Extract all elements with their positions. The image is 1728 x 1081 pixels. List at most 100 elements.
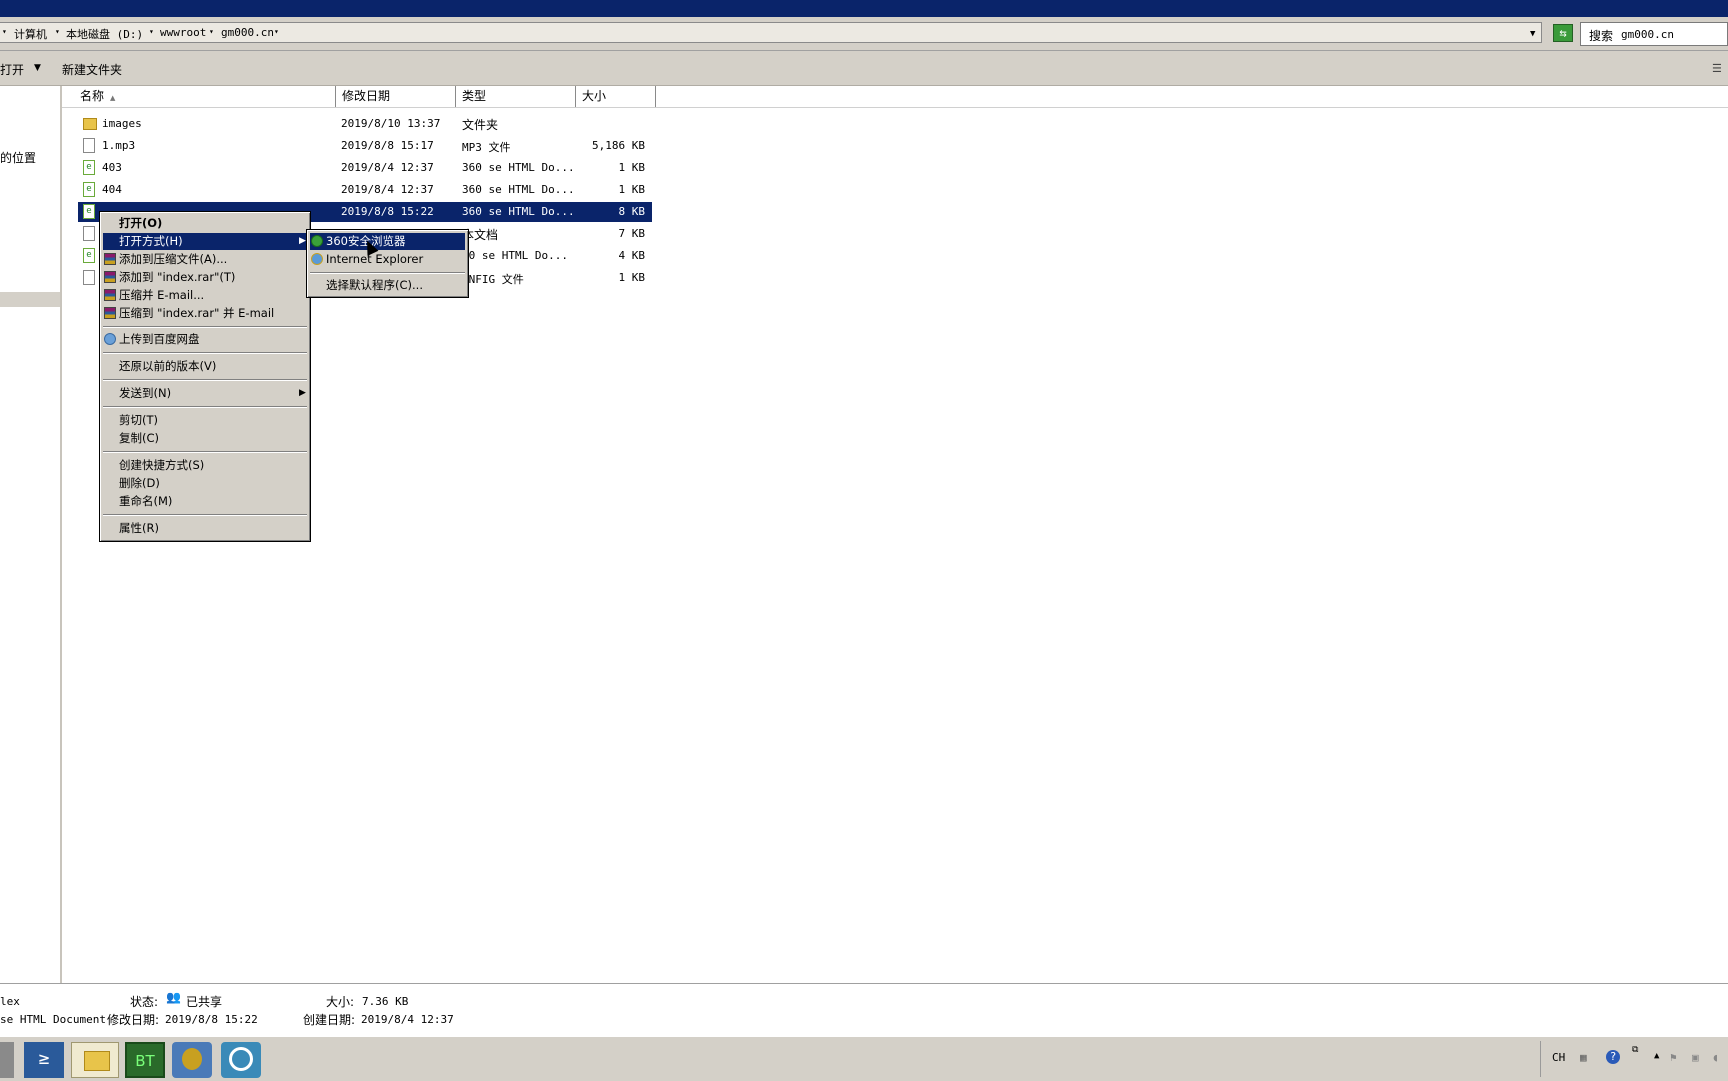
menu-item-label: 创建快捷方式(S) (119, 458, 205, 472)
views-icon[interactable]: ☰ (1712, 62, 1722, 75)
file-explorer-button[interactable] (71, 1042, 119, 1078)
breadcrumb-drive-d[interactable]: 本地磁盘 (D:) (66, 26, 143, 42)
file-size: 8 KB (618, 205, 646, 218)
chevron-right-icon: ▶ (299, 388, 306, 398)
chevron-down-icon[interactable]: ▾ (274, 27, 279, 36)
menu-item-copy[interactable]: 复制(C) (103, 430, 307, 447)
chevron-up-icon[interactable]: ▲ (1654, 1051, 1659, 1061)
table-row[interactable]: 1.mp3 2019/8/8 15:17 MP3 文件 5,186 KB (78, 136, 652, 156)
open-with-submenu: 360安全浏览器 Internet Explorer 选择默认程序(C)... (306, 229, 469, 298)
menu-item-open[interactable]: 打开(O) (103, 215, 307, 232)
refresh-button[interactable]: ⇆ (1553, 24, 1573, 42)
file-size: 1 KB (618, 271, 646, 284)
menu-item-label: 剪切(T) (119, 413, 158, 427)
column-header-modified[interactable]: 修改日期 (336, 86, 456, 107)
file-name: images (102, 117, 142, 130)
restore-icon[interactable]: ⧉ (1632, 1045, 1638, 1055)
menu-item-label: Internet Explorer (326, 252, 424, 266)
chevron-down-icon[interactable]: ▼ (34, 63, 41, 73)
help-icon[interactable]: ? (1606, 1050, 1620, 1064)
winrar-icon (104, 307, 116, 319)
file-type: 50 se HTML Do... (462, 249, 568, 262)
volume-icon[interactable]: ◖ (1712, 1051, 1719, 1064)
menu-item-properties[interactable]: 属性(R) (103, 520, 307, 537)
menu-item-create-shortcut[interactable]: 创建快捷方式(S) (103, 457, 307, 474)
menu-item-restore-versions[interactable]: 还原以前的版本(V) (103, 358, 307, 375)
column-header-type[interactable]: 类型 (456, 86, 576, 107)
breadcrumb-gm000[interactable]: gm000.cn (221, 26, 274, 39)
chevron-down-icon[interactable]: ▾ (149, 27, 154, 36)
submenu-item-360-browser[interactable]: 360安全浏览器 (310, 233, 465, 250)
breadcrumb-wwwroot[interactable]: wwwroot (160, 26, 206, 39)
menu-item-send-to[interactable]: 发送到(N) ▶ (103, 385, 307, 402)
submenu-item-choose-default[interactable]: 选择默认程序(C)... (310, 277, 465, 294)
menu-item-add-archive[interactable]: 添加到压缩文件(A)... (103, 251, 307, 268)
server-manager-icon[interactable] (0, 1042, 14, 1078)
search-input[interactable]: 搜索 gm000.cn (1580, 22, 1728, 46)
new-folder-button[interactable]: 新建文件夹 (62, 61, 122, 78)
column-header-name[interactable]: 名称 ▲ (74, 86, 336, 107)
details-pane: lex se HTML Document 状态: 👥 已共享 大小: 7.36 … (0, 983, 1728, 1036)
d-shield-icon[interactable] (221, 1042, 261, 1078)
chevron-down-icon[interactable]: ▾ (55, 27, 60, 36)
menu-item-rename[interactable]: 重命名(M) (103, 493, 307, 510)
column-header-size[interactable]: 大小 (576, 86, 656, 107)
file-size: 1 KB (618, 183, 646, 196)
menu-item-add-index-rar[interactable]: 添加到 "index.rar"(T) (103, 269, 307, 286)
sort-ascending-icon: ▲ (110, 94, 116, 102)
details-status-label: 状态: (130, 995, 159, 1009)
column-headers: 名称 ▲ 修改日期 类型 大小 (62, 86, 1728, 108)
network-tool-icon[interactable] (172, 1042, 212, 1078)
menu-item-open-with[interactable]: 打开方式(H) ▶ (103, 233, 307, 250)
chevron-down-icon[interactable]: ▾ (2, 27, 7, 36)
file-icon (83, 226, 95, 241)
open-button[interactable]: 打开 (0, 61, 24, 78)
column-type-label: 类型 (462, 89, 487, 103)
menu-item-label: 属性(R) (119, 521, 159, 535)
window-title-bar (0, 0, 1728, 17)
menu-item-upload-baidu[interactable]: 上传到百度网盘 (103, 331, 307, 348)
column-name-label: 名称 (80, 89, 105, 103)
file-name: 1.mp3 (102, 139, 136, 152)
file-type: 360 se HTML Do... (462, 161, 575, 174)
language-indicator[interactable]: CH (1552, 1051, 1565, 1064)
menu-separator (103, 326, 307, 328)
context-menu: 打开(O) 打开方式(H) ▶ 添加到压缩文件(A)... 添加到 "index.… (99, 211, 311, 542)
menu-item-label: 打开(O) (119, 216, 163, 230)
submenu-item-ie[interactable]: Internet Explorer (310, 251, 465, 268)
nav-recent-places[interactable]: 的位置 (0, 149, 36, 166)
nav-selected-item[interactable] (0, 292, 60, 307)
menu-item-delete[interactable]: 删除(D) (103, 475, 307, 492)
network-icon[interactable]: ▣ (1692, 1051, 1699, 1064)
action-center-flag-icon[interactable]: ⚑ (1670, 1051, 1677, 1064)
address-history-dropdown[interactable]: ▼ (1530, 29, 1535, 39)
menu-item-label: 选择默认程序(C)... (326, 278, 423, 292)
file-modified: 2019/8/8 15:17 (341, 139, 434, 152)
file-modified: 2019/8/4 12:37 (341, 161, 434, 174)
menu-item-compress-email[interactable]: 压缩并 E-mail... (103, 287, 307, 304)
chevron-down-icon[interactable]: ▾ (209, 27, 214, 36)
column-modified-label: 修改日期 (342, 89, 391, 103)
menu-separator (103, 352, 307, 354)
menu-item-label: 打开方式(H) (119, 234, 183, 248)
powershell-icon[interactable]: ≥ (24, 1042, 64, 1078)
file-size: 1 KB (618, 161, 646, 174)
file-size: 5,186 KB (592, 139, 645, 152)
table-row[interactable]: images 2019/8/10 13:37 文件夹 (78, 114, 652, 134)
bt-panel-button[interactable]: BT (125, 1042, 165, 1078)
breadcrumb-computer[interactable]: 计算机 (14, 26, 47, 42)
html-icon: e (83, 182, 95, 197)
folder-icon (84, 1051, 110, 1071)
html-icon: e (83, 248, 95, 263)
menu-item-label: 压缩到 "index.rar" 并 E-mail (119, 306, 275, 320)
table-row[interactable]: e 404 2019/8/4 12:37 360 se HTML Do... 1… (78, 180, 652, 200)
menu-item-label: 添加到 "index.rar"(T) (119, 270, 236, 284)
menu-item-compress-index-email[interactable]: 压缩到 "index.rar" 并 E-mail (103, 305, 307, 322)
keyboard-icon[interactable]: ▦ (1580, 1051, 1587, 1064)
menu-item-cut[interactable]: 剪切(T) (103, 412, 307, 429)
menu-item-label: 删除(D) (119, 476, 160, 490)
d-logo-icon (229, 1047, 253, 1071)
table-row[interactable]: e 403 2019/8/4 12:37 360 se HTML Do... 1… (78, 158, 652, 178)
details-size-label: 大小: (326, 995, 355, 1009)
breadcrumb[interactable]: ▾ 计算机 ▾ 本地磁盘 (D:) ▾ wwwroot ▾ gm000.cn ▾… (0, 22, 1542, 43)
